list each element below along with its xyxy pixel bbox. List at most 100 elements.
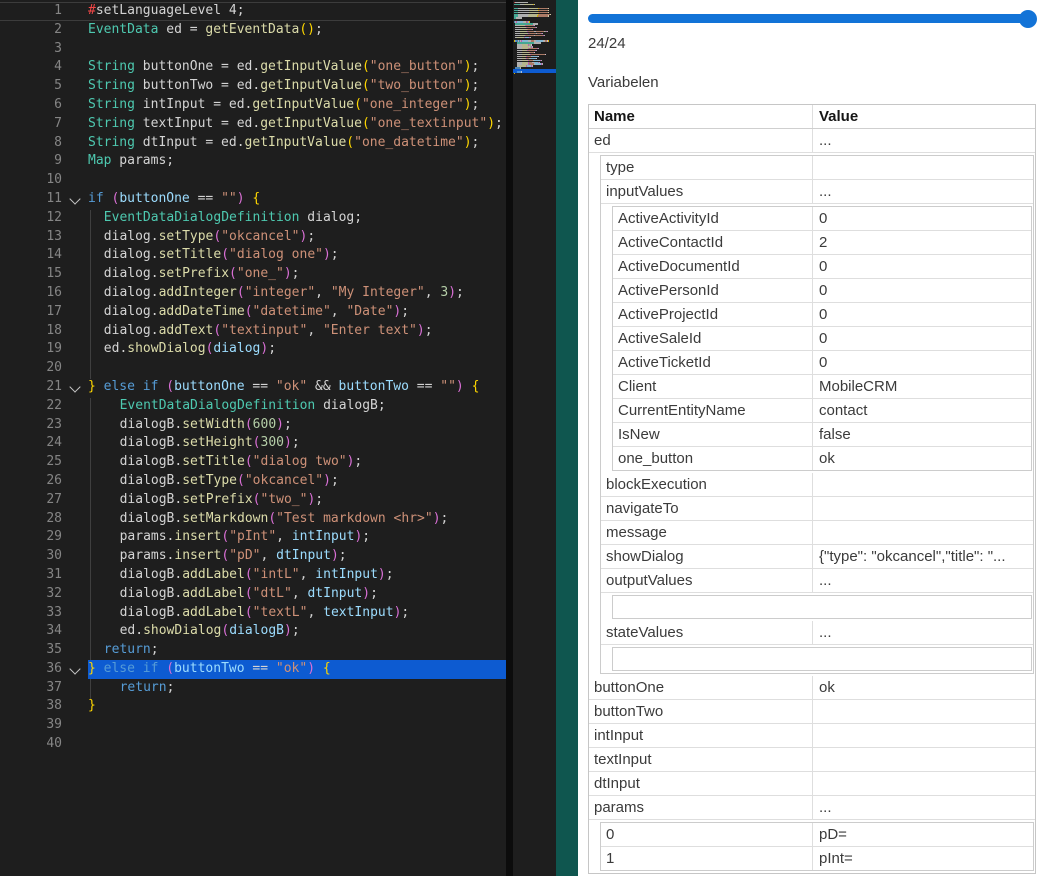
variable-name-cell[interactable]: ActiveContactId <box>613 231 813 254</box>
variable-row[interactable]: buttonOneok <box>589 676 1035 700</box>
variable-name-cell[interactable]: showDialog <box>601 545 813 568</box>
code-line[interactable]: 33dialogB.addLabel("textL", textInput); <box>0 604 506 623</box>
code-text[interactable]: String intInput = ed.getInputValue("one_… <box>88 96 506 115</box>
code-text[interactable]: } else if (buttonOne == "ok" && buttonTw… <box>88 378 506 397</box>
variable-row[interactable]: stateValues... <box>601 621 1033 645</box>
variable-row[interactable]: ActiveActivityId0 <box>613 207 1031 231</box>
code-line[interactable]: 19ed.showDialog(dialog); <box>0 340 506 359</box>
code-text[interactable]: dialog.addText("textinput", "Enter text"… <box>88 322 506 341</box>
code-line[interactable]: 9Map params; <box>0 152 506 171</box>
code-line[interactable]: 11if (buttonOne == "") { <box>0 190 506 209</box>
variable-name-cell[interactable]: intInput <box>589 724 813 747</box>
code-line[interactable]: 7String textInput = ed.getInputValue("on… <box>0 115 506 134</box>
code-line[interactable]: 27dialogB.setPrefix("two_"); <box>0 491 506 510</box>
code-text[interactable]: } else if (buttonTwo == "ok") { <box>88 660 506 679</box>
variable-name-cell[interactable]: IsNew <box>613 423 813 446</box>
code-text[interactable]: dialog.addInteger("integer", "My Integer… <box>88 284 506 303</box>
code-line[interactable]: 14dialog.setTitle("dialog one"); <box>0 246 506 265</box>
code-line[interactable]: 36} else if (buttonTwo == "ok") { <box>0 660 506 679</box>
code-text[interactable]: String dtInput = ed.getInputValue("one_d… <box>88 134 506 153</box>
code-text[interactable]: dialog.addDateTime("datetime", "Date"); <box>88 303 506 322</box>
variable-name-cell[interactable]: ActiveDocumentId <box>613 255 813 278</box>
code-text[interactable]: dialog.setPrefix("one_"); <box>88 265 506 284</box>
code-text[interactable] <box>88 171 506 190</box>
fold-toggle-icon[interactable] <box>62 378 88 397</box>
editor-scrollbar-strip[interactable] <box>556 0 578 876</box>
variable-row[interactable]: ActiveSaleId0 <box>613 327 1031 351</box>
code-text[interactable]: return; <box>88 679 506 698</box>
variable-row[interactable]: showDialog{"type": "okcancel","title": "… <box>601 545 1033 569</box>
variable-name-cell[interactable]: inputValues <box>601 180 813 203</box>
code-line[interactable]: 16dialog.addInteger("integer", "My Integ… <box>0 284 506 303</box>
variable-row[interactable]: ActiveTicketId0 <box>613 351 1031 375</box>
code-line[interactable]: 22EventDataDialogDefinition dialogB; <box>0 397 506 416</box>
variable-row[interactable]: IsNewfalse <box>613 423 1031 447</box>
variable-row[interactable]: ActiveProjectId0 <box>613 303 1031 327</box>
code-text[interactable] <box>88 40 506 59</box>
code-line[interactable]: 29params.insert("pInt", intInput); <box>0 528 506 547</box>
slider-thumb[interactable] <box>1019 10 1037 28</box>
code-line[interactable]: 30params.insert("pD", dtInput); <box>0 547 506 566</box>
code-line[interactable]: 31dialogB.addLabel("intL", intInput); <box>0 566 506 585</box>
variable-name-cell[interactable]: navigateTo <box>601 497 813 520</box>
variable-row[interactable]: outputValues... <box>601 569 1033 593</box>
variable-name-cell[interactable]: ActiveTicketId <box>613 351 813 374</box>
code-text[interactable]: params.insert("pInt", intInput); <box>88 528 506 547</box>
code-line[interactable]: 35return; <box>0 641 506 660</box>
variable-row[interactable]: 1pInt= <box>601 847 1033 870</box>
variable-name-cell[interactable]: ActiveActivityId <box>613 207 813 230</box>
variable-row[interactable]: type <box>601 156 1033 180</box>
variable-row[interactable]: ClientMobileCRM <box>613 375 1031 399</box>
code-text[interactable]: EventData ed = getEventData(); <box>88 21 506 40</box>
variable-name-cell[interactable]: 0 <box>601 823 813 846</box>
code-line[interactable]: 25dialogB.setTitle("dialog two"); <box>0 453 506 472</box>
code-text[interactable]: dialogB.setPrefix("two_"); <box>88 491 506 510</box>
code-area[interactable]: 1#setLanguageLevel 4;2EventData ed = get… <box>0 0 506 876</box>
code-text[interactable]: params.insert("pD", dtInput); <box>88 547 506 566</box>
variable-row[interactable]: textInput <box>589 748 1035 772</box>
code-line[interactable]: 17dialog.addDateTime("datetime", "Date")… <box>0 303 506 322</box>
code-line[interactable]: 24dialogB.setHeight(300); <box>0 434 506 453</box>
code-line[interactable]: 32dialogB.addLabel("dtL", dtInput); <box>0 585 506 604</box>
variable-row[interactable]: navigateTo <box>601 497 1033 521</box>
code-line[interactable]: 28dialogB.setMarkdown("Test markdown <hr… <box>0 510 506 529</box>
code-text[interactable]: String buttonTwo = ed.getInputValue("two… <box>88 77 506 96</box>
variable-name-cell[interactable]: buttonTwo <box>589 700 813 723</box>
code-text[interactable]: dialog.setType("okcancel"); <box>88 228 506 247</box>
variable-row[interactable]: params... <box>589 796 1035 820</box>
code-line[interactable]: 2EventData ed = getEventData(); <box>0 21 506 40</box>
code-text[interactable]: String buttonOne = ed.getInputValue("one… <box>88 58 506 77</box>
code-text[interactable]: Map params; <box>88 152 506 171</box>
code-line[interactable]: 39 <box>0 716 506 735</box>
code-line[interactable]: 10 <box>0 171 506 190</box>
code-line[interactable]: 34ed.showDialog(dialogB); <box>0 622 506 641</box>
variable-name-cell[interactable]: 1 <box>601 847 813 870</box>
variable-name-cell[interactable]: type <box>601 156 813 179</box>
variable-row[interactable]: 0pD= <box>601 823 1033 847</box>
code-line[interactable]: 20 <box>0 359 506 378</box>
code-text[interactable]: } <box>88 697 506 716</box>
code-text[interactable]: dialogB.addLabel("textL", textInput); <box>88 604 506 623</box>
variable-name-cell[interactable]: textInput <box>589 748 813 771</box>
code-line[interactable]: 1#setLanguageLevel 4; <box>0 2 506 21</box>
code-text[interactable]: dialogB.setWidth(600); <box>88 416 506 435</box>
code-line[interactable]: 6String intInput = ed.getInputValue("one… <box>0 96 506 115</box>
variable-row[interactable]: ActiveContactId2 <box>613 231 1031 255</box>
variable-name-cell[interactable]: blockExecution <box>601 473 813 496</box>
code-text[interactable] <box>88 735 506 754</box>
code-line[interactable]: 5String buttonTwo = ed.getInputValue("tw… <box>0 77 506 96</box>
code-line[interactable]: 38} <box>0 697 506 716</box>
variable-row[interactable]: dtInput <box>589 772 1035 796</box>
variable-row[interactable]: one_buttonok <box>613 447 1031 470</box>
code-text[interactable]: EventDataDialogDefinition dialog; <box>88 209 506 228</box>
variable-name-cell[interactable]: params <box>589 796 813 819</box>
code-line[interactable]: 37return; <box>0 679 506 698</box>
variable-name-cell[interactable]: message <box>601 521 813 544</box>
variable-name-cell[interactable]: ActiveSaleId <box>613 327 813 350</box>
code-text[interactable]: dialogB.setTitle("dialog two"); <box>88 453 506 472</box>
variable-row[interactable]: inputValues... <box>601 180 1033 204</box>
code-text[interactable]: ed.showDialog(dialog); <box>88 340 506 359</box>
code-text[interactable]: ed.showDialog(dialogB); <box>88 622 506 641</box>
variable-name-cell[interactable]: buttonOne <box>589 676 813 699</box>
variable-row[interactable]: ActiveDocumentId0 <box>613 255 1031 279</box>
